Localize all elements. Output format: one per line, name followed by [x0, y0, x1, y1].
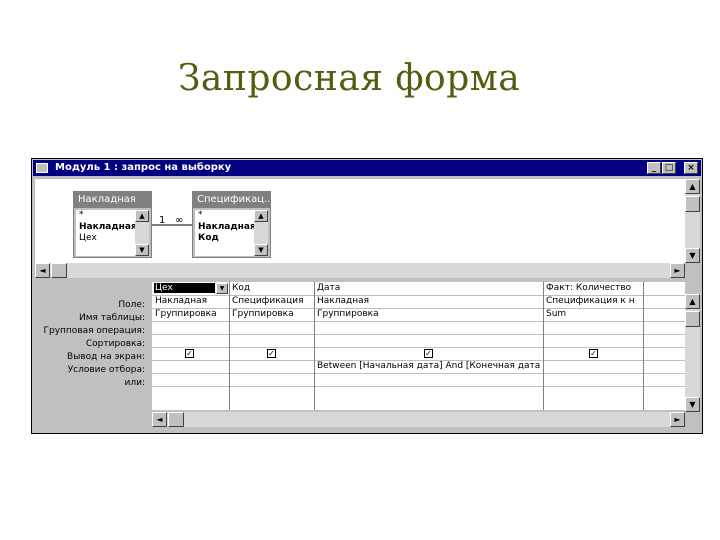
grid-table-cell[interactable]: Спецификация	[232, 296, 312, 306]
minimize-button[interactable]: _	[647, 162, 661, 174]
window-title: Модуль 1 : запрос на выборку	[55, 162, 232, 173]
grid-column-line[interactable]	[314, 282, 315, 410]
table-field-scrollbar[interactable]: ▲ ▼	[254, 210, 268, 256]
row-label-field: Поле:	[118, 300, 145, 310]
scroll-up-icon[interactable]: ▲	[254, 210, 268, 222]
scroll-right-icon[interactable]: ►	[670, 263, 685, 278]
grid-row-line	[152, 334, 685, 335]
table-field-list: * Накладная№ Цех	[76, 210, 148, 256]
grid-field-cell[interactable]: Код	[232, 283, 312, 293]
check-icon[interactable]: ✓	[267, 349, 276, 358]
scroll-thumb[interactable]	[685, 196, 700, 212]
slide-title: Запросная форма	[178, 58, 521, 99]
grid-field-cell[interactable]: Факт: Количество	[546, 283, 641, 293]
scroll-down-icon[interactable]: ▼	[685, 397, 700, 412]
grid-row-line	[152, 373, 685, 374]
scroll-down-icon[interactable]: ▼	[685, 248, 700, 263]
window-titlebar[interactable]: Модуль 1 : запрос на выборку _ □ ×	[33, 160, 701, 176]
scroll-down-icon[interactable]: ▼	[254, 244, 268, 256]
table-pane: Накладная * Накладная№ Цех ▲ ▼ 1 ∞ Специ…	[35, 179, 685, 263]
grid-row-line	[152, 347, 685, 348]
table-box-title[interactable]: Спецификац...	[193, 192, 270, 208]
table-box-title[interactable]: Накладная	[74, 192, 151, 208]
check-icon[interactable]: ✓	[185, 349, 194, 358]
maximize-button[interactable]: □	[662, 162, 676, 174]
design-grid-pane: Поле: Имя таблицы: Групповая операция: С…	[35, 280, 685, 430]
grid-vertical-scrollbar[interactable]: ▲ ▼	[685, 294, 700, 412]
scroll-thumb[interactable]	[685, 311, 700, 327]
query-window: Модуль 1 : запрос на выборку _ □ × Накла…	[31, 158, 703, 434]
check-icon[interactable]: ✓	[589, 349, 598, 358]
grid-table-cell[interactable]: Накладная	[155, 296, 227, 306]
check-icon[interactable]: ✓	[424, 349, 433, 358]
design-grid: Цех ▼ Накладная Группировка ✓ Код Специф…	[152, 282, 685, 410]
grid-row-line	[152, 386, 685, 387]
table-field-list: * Накладная№ Код	[195, 210, 267, 256]
row-label-or: или:	[124, 378, 145, 388]
row-label-criteria: Условие отбора:	[67, 365, 145, 375]
table-box-specification[interactable]: Спецификац... * Накладная№ Код ▲ ▼	[192, 191, 271, 258]
chevron-down-icon[interactable]: ▼	[216, 283, 228, 294]
close-button[interactable]: ×	[684, 162, 698, 174]
row-label-table: Имя таблицы:	[79, 313, 145, 323]
grid-column-line[interactable]	[643, 282, 644, 410]
grid-criteria-cell[interactable]: Between [Начальная дата] And [Конечная д…	[317, 361, 541, 371]
grid-column-line[interactable]	[229, 282, 230, 410]
table-field[interactable]: *	[198, 210, 255, 222]
upper-vertical-scrollbar[interactable]: ▲ ▼	[685, 179, 700, 263]
table-box-nakladnaya[interactable]: Накладная * Накладная№ Цех ▲ ▼	[73, 191, 152, 258]
grid-table-cell[interactable]: Накладная	[317, 296, 541, 306]
row-label-sort: Сортировка:	[85, 339, 145, 349]
grid-field-cell[interactable]: Цех	[154, 283, 215, 293]
table-field[interactable]: Накладная№	[198, 222, 267, 234]
grid-row-line	[152, 321, 685, 322]
scroll-right-icon[interactable]: ►	[670, 412, 685, 427]
grid-horizontal-scrollbar[interactable]: ◄ ►	[152, 412, 685, 427]
table-field[interactable]: Код	[198, 233, 255, 245]
scroll-left-icon[interactable]: ◄	[152, 412, 167, 427]
scroll-thumb[interactable]	[51, 263, 67, 278]
grid-group-cell[interactable]: Группировка	[155, 309, 227, 319]
grid-group-cell[interactable]: Группировка	[317, 309, 541, 319]
relation-line[interactable]	[152, 219, 192, 231]
window-system-icon[interactable]	[36, 163, 48, 173]
grid-group-cell[interactable]: Sum	[546, 309, 641, 319]
scroll-up-icon[interactable]: ▲	[685, 179, 700, 194]
table-field[interactable]: *	[79, 210, 136, 222]
row-label-group: Групповая операция:	[43, 326, 145, 336]
grid-group-cell[interactable]: Группировка	[232, 309, 312, 319]
scroll-left-icon[interactable]: ◄	[35, 263, 50, 278]
scroll-thumb[interactable]	[168, 412, 184, 427]
table-field[interactable]: Накладная№	[79, 222, 148, 234]
grid-field-cell[interactable]: Дата	[317, 283, 541, 293]
table-field[interactable]: Цех	[79, 233, 136, 245]
scroll-up-icon[interactable]: ▲	[685, 294, 700, 309]
grid-table-cell[interactable]: Спецификация к н	[546, 296, 641, 306]
scroll-down-icon[interactable]: ▼	[135, 244, 149, 256]
grid-column-line[interactable]	[543, 282, 544, 410]
scroll-up-icon[interactable]: ▲	[135, 210, 149, 222]
upper-horizontal-scrollbar[interactable]: ◄ ►	[35, 263, 685, 278]
row-label-show: Вывод на экран:	[67, 352, 145, 362]
table-field-scrollbar[interactable]: ▲ ▼	[135, 210, 149, 256]
